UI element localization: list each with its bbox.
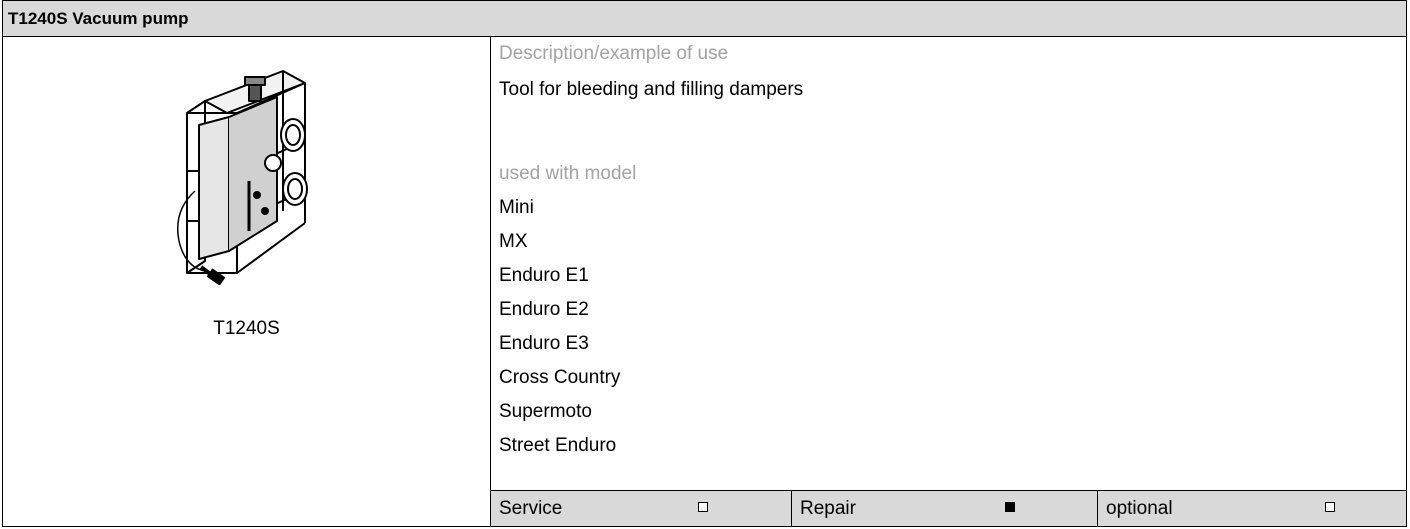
tool-details-panel: Description/example of use Tool for blee… (491, 37, 1406, 526)
model-item: Cross Country (499, 367, 621, 388)
usage-footer: Service Repair optional (491, 490, 1406, 526)
model-item: Enduro E3 (499, 333, 589, 354)
model-item: Enduro E2 (499, 299, 589, 320)
models-heading: used with model (499, 163, 637, 184)
description-heading: Description/example of use (499, 43, 729, 64)
model-item: MX (499, 231, 528, 252)
tool-image-panel: T1240S (3, 37, 491, 526)
model-item: Supermoto (499, 401, 592, 422)
model-item: Mini (499, 197, 534, 218)
service-label: Service (499, 498, 563, 519)
tool-caption: T1240S (213, 318, 280, 339)
optional-cell: optional (1097, 491, 1406, 526)
service-cell: Service (491, 491, 791, 526)
repair-checkbox[interactable] (1005, 502, 1015, 512)
tool-title: T1240S Vacuum pump (8, 9, 189, 28)
optional-label: optional (1106, 498, 1173, 519)
description-text: Tool for bleeding and filling dampers (499, 79, 804, 100)
optional-checkbox[interactable] (1325, 502, 1335, 512)
service-checkbox[interactable] (698, 502, 708, 512)
tool-header: T1240S Vacuum pump (3, 1, 1406, 37)
repair-label: Repair (800, 498, 856, 519)
repair-cell: Repair (791, 491, 1097, 526)
model-item: Street Enduro (499, 435, 617, 456)
model-item: Enduro E1 (499, 265, 589, 286)
vacuum-pump-illustration (177, 70, 308, 285)
tool-card: T1240S Vacuum pump T1240S Description/ex… (2, 0, 1407, 527)
